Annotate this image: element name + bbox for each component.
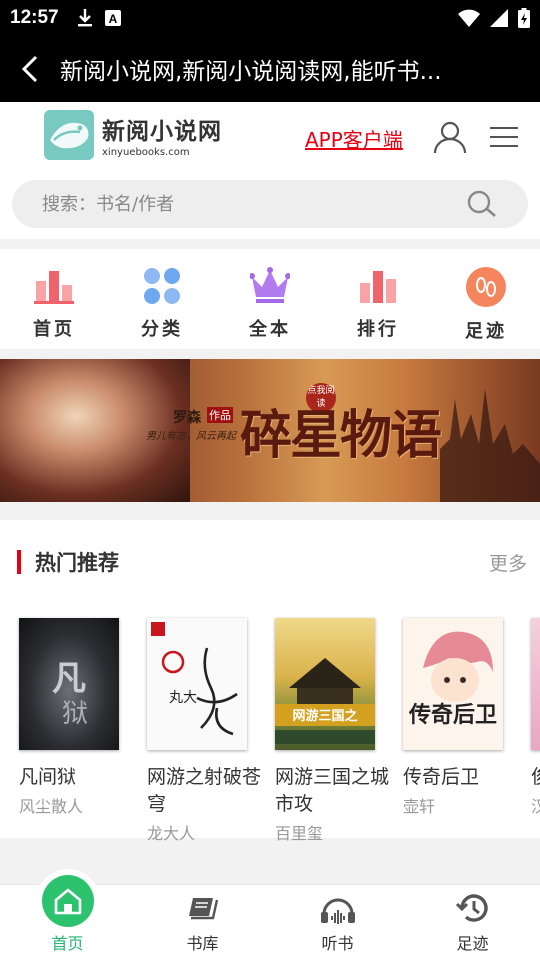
book-title: 网游之射破苍穹 — [147, 766, 262, 815]
home-icon — [54, 888, 82, 915]
history-icon — [455, 894, 488, 922]
tab-library[interactable]: 书库 — [135, 885, 270, 960]
home-bubble — [42, 875, 94, 927]
book-list: 凡狱 凡间狱 风尘散人 丸大 网游之射破苍穹 龙大人 网游三国之 网游三国之城市… — [19, 618, 540, 844]
svg-text:凡: 凡 — [52, 659, 86, 699]
section-title: 热门推荐 — [35, 551, 119, 575]
banner-author: 罗森 — [173, 410, 201, 426]
wifi-icon — [458, 9, 480, 27]
bar-chart-icon — [34, 271, 74, 304]
search-icon[interactable] — [466, 190, 498, 218]
back-button[interactable] — [0, 36, 60, 102]
tab-label: 足迹 — [456, 934, 489, 953]
tab-audiobook[interactable]: 听书 — [270, 885, 405, 960]
search-input[interactable] — [42, 193, 466, 215]
svg-text:狱: 狱 — [62, 699, 88, 729]
logo-name: 新阅小说网 — [102, 119, 222, 145]
fish-logo-icon — [50, 122, 89, 149]
book-cover: 凡狱 — [19, 618, 119, 750]
tab-label: 首页 — [51, 934, 84, 953]
hot-recommend-section: 热门推荐 更多 凡狱 凡间狱 风尘散人 丸大 网游之射破苍穹 龙大人 网游三国之 — [0, 520, 540, 843]
book-title: 俊是 — [531, 764, 540, 791]
book-author: 壶轩 — [403, 797, 436, 816]
banner-slogan: 男儿有志，风云再起 — [146, 431, 236, 442]
status-time: 12:57 — [10, 7, 59, 28]
promo-banner[interactable]: 点我阅读 罗森 作品 男儿有志，风云再起 碎星物语 — [0, 359, 540, 502]
tab-home[interactable]: 首页 — [0, 875, 135, 960]
book-item[interactable]: 凡狱 凡间狱 风尘散人 — [19, 618, 147, 844]
signal-icon — [490, 9, 508, 27]
castle-silhouette — [440, 389, 540, 502]
nav-item-category[interactable]: 分类 — [108, 249, 216, 349]
nav-label: 全本 — [249, 319, 291, 340]
logo-domain: xinyuebooks.com — [102, 147, 190, 158]
book-item[interactable]: 网游三国之 网游三国之城市攻 百里玺 — [275, 618, 403, 844]
page-title: 新阅小说网,新阅小说阅读网,能听书... — [60, 59, 442, 85]
book-author: 龙大人 — [147, 824, 196, 843]
quick-nav: 首页 分类 全本 排行 足迹 — [0, 249, 540, 349]
bar-chart-icon — [360, 271, 396, 303]
menu-button[interactable] — [490, 126, 518, 152]
tab-label: 书库 — [186, 934, 219, 953]
more-link[interactable]: 更多 — [489, 549, 527, 576]
app-client-link[interactable]: APP客户端 — [305, 124, 403, 153]
book-title: 传奇后卫 — [403, 766, 480, 788]
user-button[interactable] — [433, 120, 467, 158]
svg-text:丸大: 丸大 — [169, 690, 197, 706]
font-icon: A — [104, 10, 121, 26]
bookshelf-icon — [188, 898, 218, 920]
cover-art: 网游三国之 — [275, 658, 375, 744]
user-icon — [433, 121, 467, 154]
download-icon — [77, 9, 92, 27]
svg-text:传奇后卫: 传奇后卫 — [408, 702, 497, 728]
tab-history[interactable]: 足迹 — [405, 885, 540, 960]
book-author: 汉 — [531, 797, 540, 816]
web-content[interactable]: 新阅小说网 xinyuebooks.com APP客户端 首页 分类 全本 — [0, 102, 540, 884]
nav-item-home[interactable]: 首页 — [0, 249, 108, 349]
book-item[interactable]: 传奇后卫 传奇后卫 壶轩 — [403, 618, 531, 844]
footprints-icon — [466, 267, 506, 307]
book-title: 网游三国之城市攻 — [275, 766, 390, 815]
book-author: 风尘散人 — [19, 797, 84, 816]
section-accent-bar — [17, 550, 21, 574]
cover-art: 凡狱 — [52, 659, 88, 729]
logo-mark — [44, 110, 94, 160]
battery-icon — [518, 8, 530, 28]
crown-icon — [250, 267, 290, 303]
book-cover: 丸大 — [147, 618, 247, 750]
svg-text:A: A — [108, 12, 117, 26]
site-header: 新阅小说网 xinyuebooks.com APP客户端 — [0, 102, 540, 239]
cover-art: 丸大 — [151, 622, 238, 736]
nav-item-complete[interactable]: 全本 — [216, 249, 324, 349]
headphones-icon — [320, 898, 355, 924]
book-cover: 传奇后卫 — [403, 618, 503, 750]
banner-tag: 作品 — [207, 407, 233, 423]
book-cover: 网游三国之 — [275, 618, 375, 750]
app-bar: 新阅小说网,新阅小说阅读网,能听书... — [0, 36, 540, 102]
book-item[interactable]: 俊是 汉 — [531, 618, 540, 844]
nav-label: 足迹 — [465, 321, 507, 342]
nav-label: 首页 — [33, 319, 75, 340]
tab-label: 听书 — [321, 934, 354, 953]
search-bar — [12, 180, 528, 228]
cover-art: 传奇后卫 — [408, 631, 497, 728]
svg-text:网游三国之: 网游三国之 — [292, 708, 357, 724]
nav-item-history[interactable]: 足迹 — [432, 249, 540, 349]
hamburger-menu-icon — [490, 127, 518, 147]
book-title: 凡间狱 — [19, 766, 77, 788]
nav-label: 排行 — [357, 319, 399, 340]
status-bar: 12:57 A — [0, 0, 540, 36]
site-logo[interactable]: 新阅小说网 xinyuebooks.com — [44, 110, 222, 160]
book-author: 百里玺 — [275, 824, 324, 843]
back-arrow-icon — [21, 55, 38, 83]
bottom-tab-bar: 首页 书库 听书 足迹 — [0, 875, 540, 960]
banner-title: 碎星物语 — [240, 405, 442, 466]
nav-label: 分类 — [141, 319, 183, 340]
nav-item-ranking[interactable]: 排行 — [324, 249, 432, 349]
book-cover — [531, 618, 540, 750]
grid-dots-icon — [144, 268, 180, 304]
book-item[interactable]: 丸大 网游之射破苍穹 龙大人 — [147, 618, 275, 844]
